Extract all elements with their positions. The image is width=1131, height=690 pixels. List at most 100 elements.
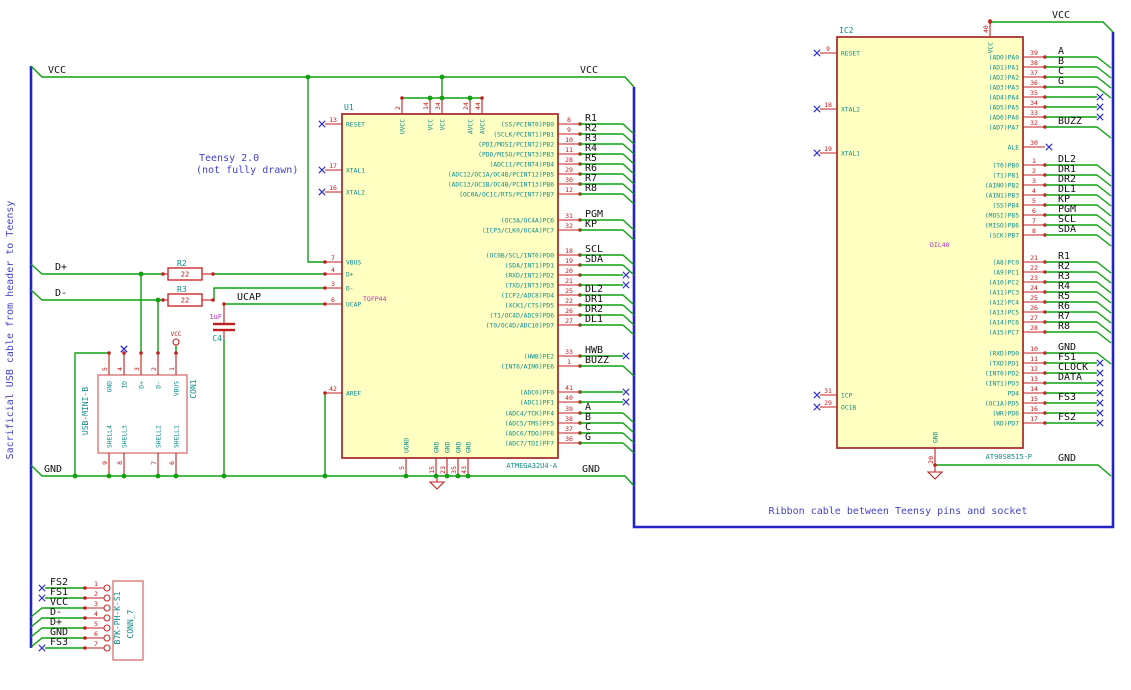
con1-pin-number: 9 bbox=[101, 461, 109, 465]
net-label: D+ bbox=[55, 262, 67, 273]
net-label: SDA bbox=[585, 254, 603, 265]
pin-end-dot bbox=[400, 96, 404, 100]
conn7-pin-number: 3 bbox=[94, 600, 98, 608]
u1-pin-number: 11 bbox=[565, 146, 573, 154]
bus-entry bbox=[622, 442, 635, 454]
junction-dot bbox=[72, 473, 78, 479]
ic2-pin-name: (MISO)PB6 bbox=[985, 223, 1019, 230]
ic2-pin-name: ICP bbox=[841, 393, 853, 400]
net-label: G bbox=[585, 432, 591, 443]
u1-pin-number: 40 bbox=[565, 394, 573, 402]
u1-pin-number: 16 bbox=[329, 184, 337, 192]
bus-entry bbox=[622, 163, 635, 175]
con1-pin-number: 7 bbox=[150, 461, 158, 465]
u1-pin-name: UCAP bbox=[346, 302, 361, 309]
wire-end-dot bbox=[139, 351, 143, 355]
pin-end-dot bbox=[323, 302, 327, 306]
ic2-pin-name: (AD1)PA1 bbox=[989, 65, 1020, 72]
bus-entry bbox=[1096, 234, 1112, 247]
bus-entry bbox=[1096, 66, 1112, 79]
ic2-pin-name: (SS)PB4 bbox=[992, 203, 1019, 210]
u1-pin-number: 7 bbox=[331, 254, 335, 262]
u1-pin-name: (OC0A/OC1C/RTS/PCINT7)PB7 bbox=[459, 192, 554, 199]
no-connect-icon bbox=[622, 352, 630, 360]
u1-pin-number: 9 bbox=[567, 126, 571, 134]
con1-pin-number: 1 bbox=[168, 367, 176, 371]
bus-entry bbox=[622, 365, 635, 377]
u1-pin-name: (PDI/MOSI/PCINT2)PB2 bbox=[478, 142, 554, 149]
u1-pin-name: UGND bbox=[404, 438, 411, 453]
ic2-pin-name: (AD5)PA5 bbox=[989, 105, 1020, 112]
net-label: FS3 bbox=[1058, 392, 1076, 403]
ic2-pin-name: (TXD)PD1 bbox=[989, 361, 1020, 368]
conn7-pin-number: 7 bbox=[94, 640, 98, 648]
net-label: DATA bbox=[1058, 372, 1082, 383]
junction-dot bbox=[322, 473, 328, 479]
u1-pin-number: 12 bbox=[565, 186, 573, 194]
ic2-pin-name: (A9)PC1 bbox=[992, 270, 1019, 277]
ic2-pin-number: 33 bbox=[1030, 109, 1038, 117]
ic2-pin-name: (AD3)PA3 bbox=[989, 85, 1020, 92]
junction-dot bbox=[155, 473, 161, 479]
ic2-pin-number: 39 bbox=[1030, 49, 1038, 57]
no-connect-icon bbox=[1045, 143, 1053, 151]
wire bbox=[30, 289, 163, 301]
bus-entry bbox=[622, 123, 635, 135]
no-connect-icon bbox=[38, 594, 46, 602]
ic2-pin-number: 3 bbox=[1032, 177, 1036, 185]
u1-pin-number: 22 bbox=[565, 297, 573, 305]
bus-entry bbox=[1096, 126, 1112, 139]
u1-pin-number: 31 bbox=[565, 212, 573, 220]
conn7-pin-number: 5 bbox=[94, 620, 98, 628]
con1-pin-number: 3 bbox=[133, 367, 141, 371]
u1-pin-number: 1 bbox=[567, 358, 571, 366]
u1-pin-name: (HWB)PE2 bbox=[524, 354, 555, 361]
no-connect-icon bbox=[1096, 409, 1104, 417]
gnd-symbol-icon bbox=[926, 471, 944, 480]
ic2-pin-number: 28 bbox=[1030, 324, 1038, 332]
ic2-pin-number: 22 bbox=[1030, 264, 1038, 272]
con1-pin-number: 4 bbox=[116, 367, 124, 371]
net-label: R8 bbox=[585, 183, 597, 194]
u1-pin-name: (INT6/AIN0)PE6 bbox=[501, 364, 554, 371]
wire-end-dot bbox=[211, 298, 215, 302]
ic2-pin-number: 17 bbox=[1030, 415, 1038, 423]
bus-entry bbox=[1096, 184, 1112, 197]
u1-pin-name: UVCC bbox=[400, 119, 407, 134]
u1-pin-name: (ADC6/TDO)PF6 bbox=[505, 431, 554, 438]
net-label: KP bbox=[585, 219, 597, 230]
net-label: GND bbox=[1058, 453, 1076, 464]
u1-pin-name: (OC0B/SCL/INT0)PD0 bbox=[486, 253, 554, 260]
ic2-pin-number: 19 bbox=[824, 145, 832, 153]
ic2-pin-number: 29 bbox=[824, 399, 832, 407]
ic2-pin-number: 27 bbox=[1030, 314, 1038, 322]
ic2-pin-number: 32 bbox=[1030, 119, 1038, 127]
bus-entry bbox=[1096, 214, 1112, 227]
junction-dot bbox=[444, 473, 450, 479]
u1-pin-name: D- bbox=[346, 286, 354, 293]
ic2-pin-name: XTAL2 bbox=[841, 107, 860, 114]
conn7-pin-circle bbox=[103, 624, 111, 632]
ic2-pin-name: (AIN1)PB3 bbox=[985, 193, 1019, 200]
ic2-pin-number: 1 bbox=[1032, 157, 1036, 165]
gnd-symbol-icon bbox=[428, 481, 446, 490]
bus-entry bbox=[622, 324, 635, 336]
bus-entry bbox=[1096, 224, 1112, 237]
u1-pin-name: (TXD/INT3)PD3 bbox=[505, 283, 554, 290]
junction-dot bbox=[155, 297, 161, 303]
ic2-pin-number: 2 bbox=[1032, 167, 1036, 175]
ic2-pin-name: (A8)PC0 bbox=[992, 260, 1019, 267]
u1-pin-number: 2 bbox=[394, 106, 402, 110]
u1-pin-name: AREF bbox=[346, 391, 361, 398]
wire-end-dot bbox=[107, 351, 111, 355]
ic2-pin-number: 4 bbox=[1032, 187, 1036, 195]
conn7-pin-circle bbox=[103, 634, 111, 642]
ic2-reference: IC2 bbox=[839, 26, 854, 35]
ic2-pin-number: 24 bbox=[1030, 284, 1038, 292]
no-connect-icon bbox=[813, 403, 821, 411]
junction-dot bbox=[439, 74, 445, 80]
junction-dot bbox=[121, 473, 127, 479]
bus-entry bbox=[622, 173, 635, 185]
bus-entry bbox=[1096, 271, 1112, 284]
net-label: R8 bbox=[1058, 321, 1070, 332]
